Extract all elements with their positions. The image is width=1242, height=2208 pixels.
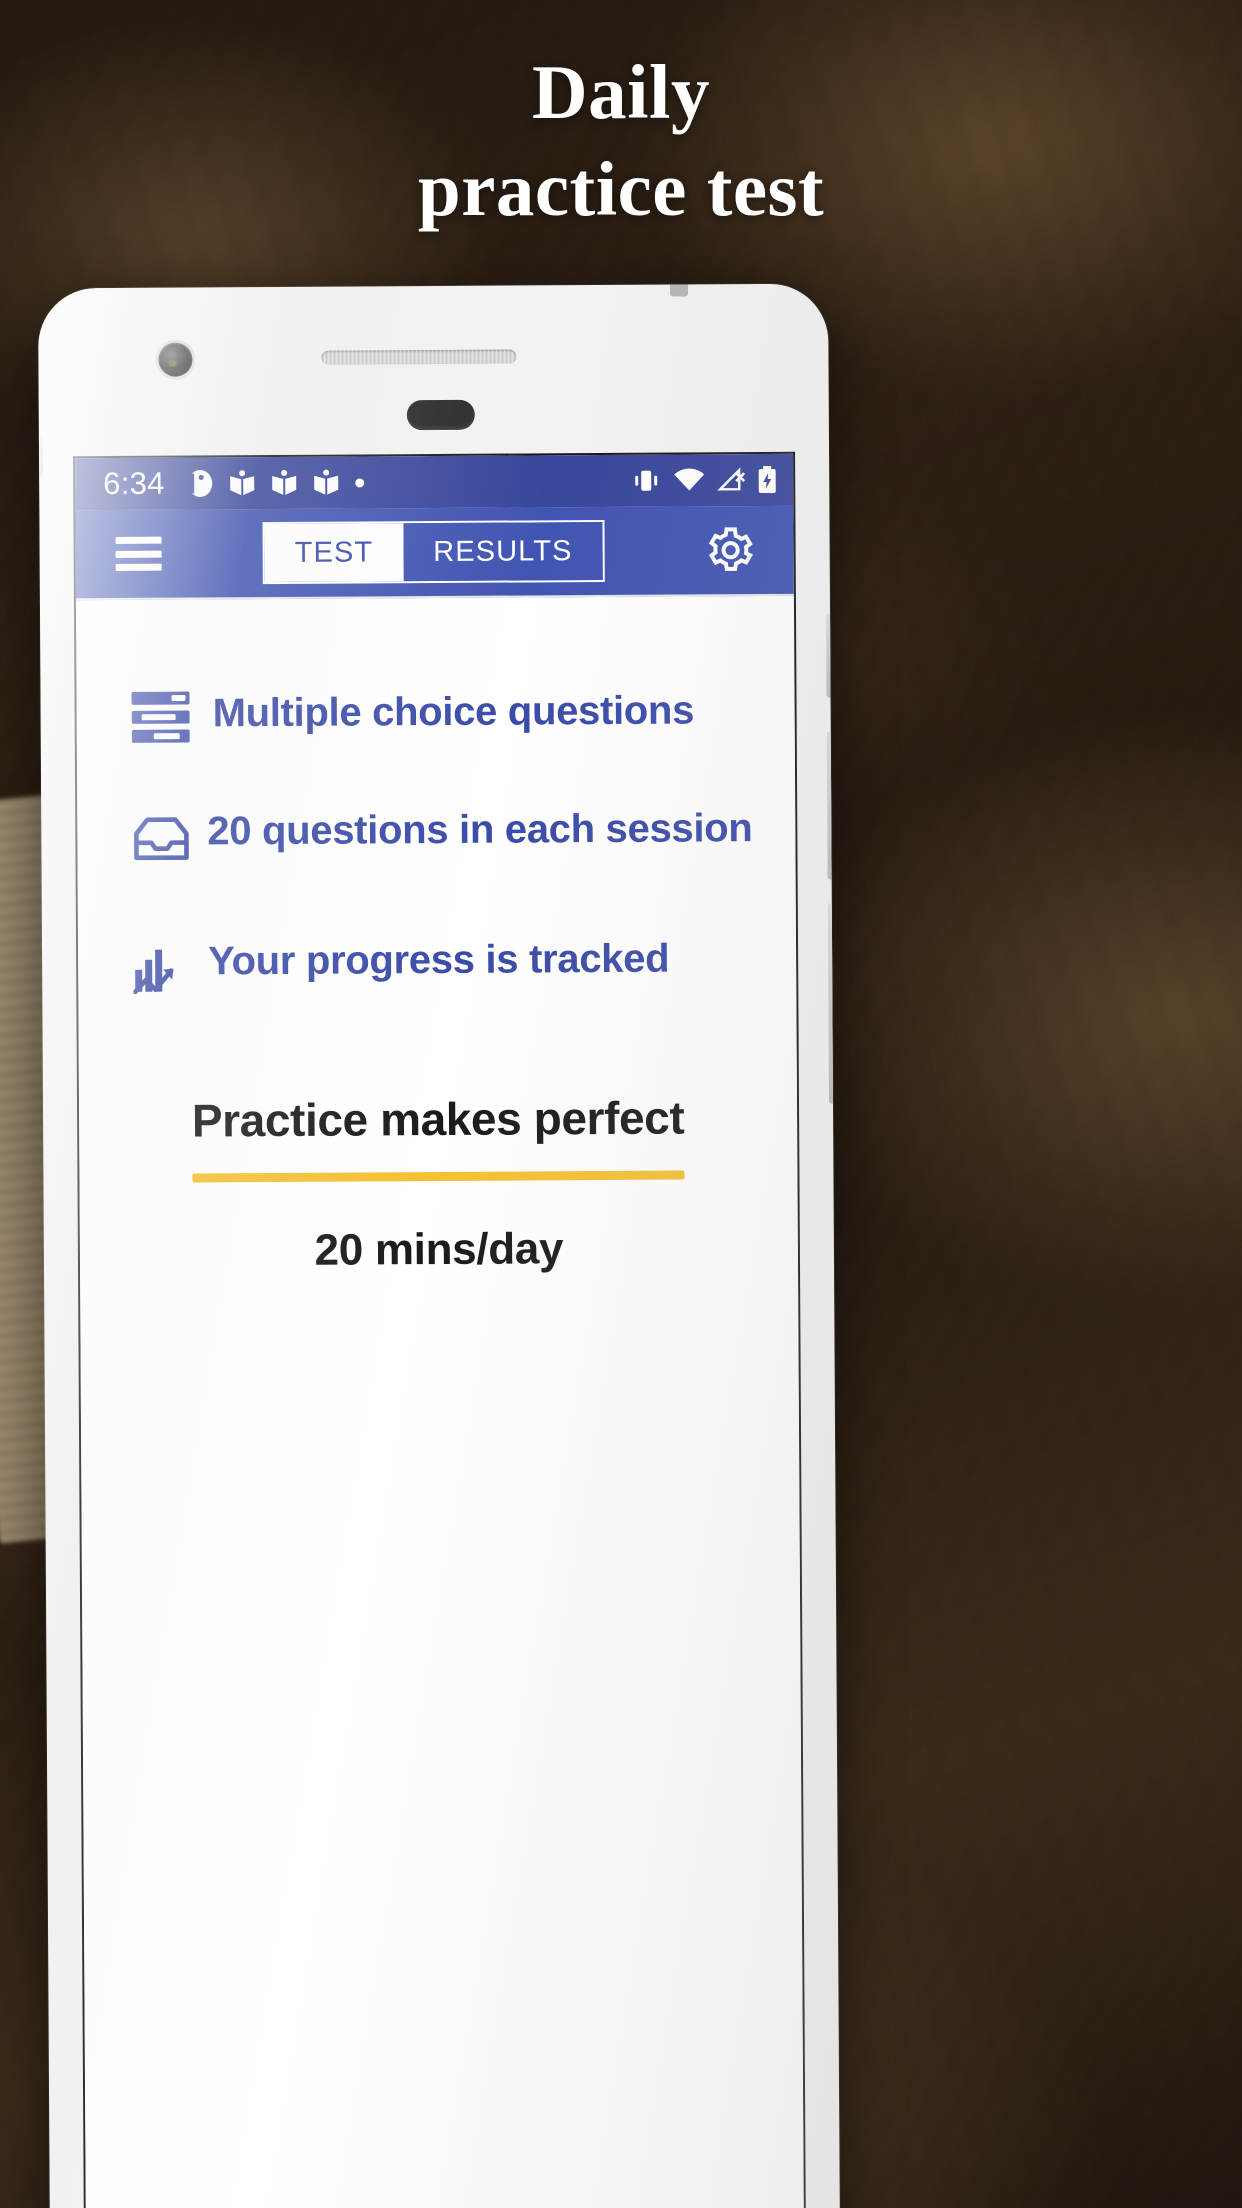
- segmented-tabs: TEST RESULTS: [262, 519, 605, 585]
- vibrate-icon: [635, 470, 658, 491]
- book-icon: [229, 470, 254, 496]
- proximity-sensor: [670, 284, 689, 297]
- phone-mockup: 6:34 TEST RESULTS Multiple choice questi…: [38, 283, 840, 2208]
- battery-charging-icon: [758, 465, 776, 494]
- earpiece-speaker: [321, 349, 517, 365]
- tagline: Practice makes perfect: [191, 1091, 685, 1147]
- inbox-tray-icon: [129, 807, 193, 871]
- front-camera-icon: [158, 342, 193, 377]
- feature-row-question-count: 20 questions in each session: [77, 804, 795, 872]
- app-badge-icon: [186, 469, 212, 497]
- book-icon: [271, 469, 296, 495]
- hamburger-line: [115, 563, 162, 571]
- more-notifications-dot-icon: [354, 477, 364, 487]
- headline-line-2: practice test: [417, 146, 825, 232]
- status-bar-spacer: [364, 481, 631, 483]
- feature-row-multiple-choice: Multiple choice questions: [76, 686, 794, 750]
- feature-label: Multiple choice questions: [212, 688, 695, 736]
- status-bar-clock: 6:34: [103, 465, 165, 502]
- home-button[interactable]: [406, 399, 475, 431]
- test-intro-content: Multiple choice questions 20 questions i…: [76, 685, 805, 2208]
- hamburger-menu-icon[interactable]: [115, 536, 162, 571]
- status-bar: 6:34: [75, 453, 794, 511]
- gear-icon[interactable]: [705, 525, 755, 575]
- tab-results[interactable]: RESULTS: [403, 521, 603, 582]
- book-icon: [313, 469, 338, 495]
- feature-row-progress: Your progress is tracked: [78, 934, 796, 1002]
- hamburger-line: [115, 536, 162, 544]
- daily-duration: 20 mins/day: [314, 1224, 564, 1275]
- left-side-button[interactable]: [38, 436, 44, 477]
- tab-test[interactable]: TEST: [264, 523, 404, 583]
- tagline-underline: [192, 1170, 685, 1183]
- status-icons: [631, 465, 777, 495]
- notification-icons: [186, 468, 364, 497]
- list-lines-icon: [128, 685, 192, 749]
- progress-chart-icon: [130, 937, 194, 1001]
- hamburger-line: [115, 550, 162, 558]
- feature-label: 20 questions in each session: [207, 806, 753, 854]
- feature-label: Your progress is tracked: [208, 936, 670, 984]
- phone-screen: 6:34 TEST RESULTS Multiple choice questi…: [73, 451, 806, 2208]
- headline-line-1: Daily: [532, 49, 710, 135]
- wifi-icon: [674, 468, 705, 491]
- app-bar: TEST RESULTS: [75, 505, 794, 601]
- signal-off-icon: [717, 467, 746, 491]
- promo-headline: Daily practice test: [0, 44, 1242, 238]
- promo-screenshot: Daily practice test 6:34 TEST RESULTS Mu…: [0, 0, 1242, 2208]
